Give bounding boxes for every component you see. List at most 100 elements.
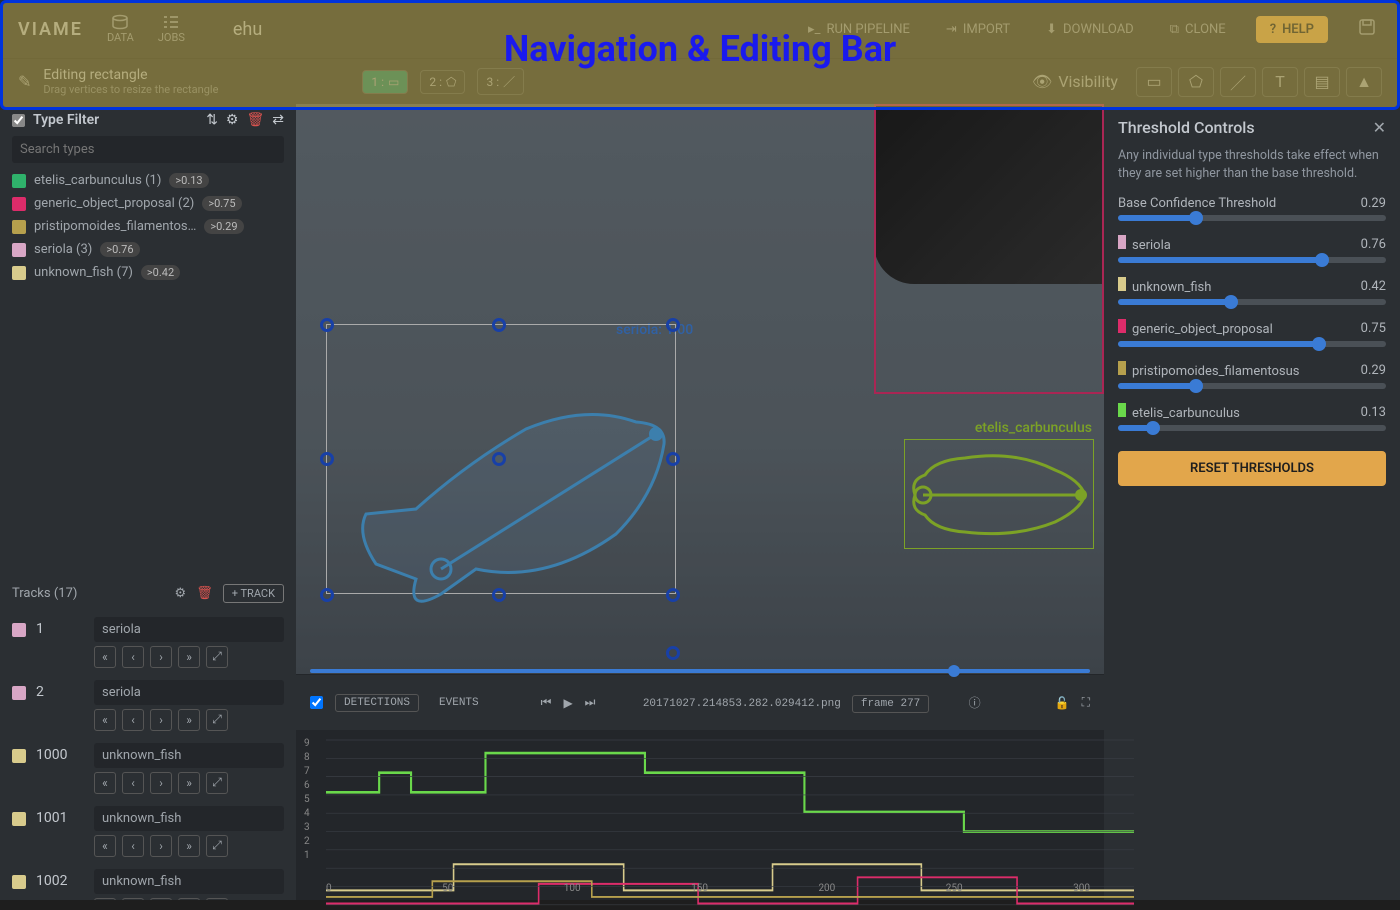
track-checkbox[interactable]	[12, 686, 26, 700]
bbox-seriola[interactable]	[326, 324, 676, 594]
reset-thresholds-button[interactable]: RESET THRESHOLDS	[1118, 451, 1386, 486]
scrubber[interactable]	[310, 669, 1090, 673]
track-first-button[interactable]: «	[94, 835, 116, 857]
viewport[interactable]: seriola: 1.00 etelis_carbunculus	[296, 104, 1104, 674]
threshold-slider[interactable]	[1118, 341, 1386, 347]
track-next-button[interactable]: ›	[150, 646, 172, 668]
mode-detections[interactable]: DETECTIONS	[335, 694, 419, 712]
play-button[interactable]: ▶	[563, 696, 572, 710]
swap-icon[interactable]: ⇄	[272, 112, 284, 128]
save-button[interactable]	[1352, 14, 1382, 44]
threshold-slider[interactable]	[1118, 425, 1386, 431]
scrubber-knob[interactable]	[948, 665, 960, 677]
track-expand-button[interactable]: ⤢	[206, 835, 228, 857]
track-next-button[interactable]: ›	[150, 772, 172, 794]
track-name[interactable]: unknown_fish	[94, 743, 284, 768]
type-row[interactable]: generic_object_proposal (2) >0.75	[0, 192, 296, 215]
track-row[interactable]: 1001 unknown_fish « ‹ › » ⤢	[0, 800, 296, 863]
playbar-checkbox[interactable]	[310, 696, 323, 709]
type-checkbox[interactable]	[12, 266, 26, 280]
type-checkbox[interactable]	[12, 243, 26, 257]
timeline[interactable]: 987654321 050100150200250300	[296, 730, 1104, 900]
track-row[interactable]: 1002 unknown_fish « ‹ › » ⤢	[0, 863, 296, 901]
etelis-polygon[interactable]	[904, 439, 1094, 549]
type-checkbox[interactable]	[12, 220, 26, 234]
tool-comment[interactable]: ▤	[1304, 67, 1340, 97]
sort-icon[interactable]: ⇅	[206, 112, 218, 128]
fullscreen-icon[interactable]: ⛶	[1082, 695, 1090, 710]
type-row[interactable]: etelis_carbunculus (1) >0.13	[0, 169, 296, 192]
lock-icon[interactable]: 🔓	[1055, 696, 1070, 710]
track-next-button[interactable]: ›	[150, 709, 172, 731]
tool-polygon[interactable]: ⬠	[1178, 67, 1214, 97]
handle-e[interactable]	[666, 452, 680, 466]
handle-extra[interactable]	[666, 646, 680, 660]
type-row[interactable]: unknown_fish (7) >0.42	[0, 261, 296, 284]
info-icon[interactable]: ⓘ	[969, 694, 981, 711]
track-row[interactable]: 2 seriola « ‹ › » ⤢	[0, 674, 296, 737]
track-first-button[interactable]: «	[94, 709, 116, 731]
threshold-slider[interactable]	[1118, 383, 1386, 389]
handle-w[interactable]	[320, 452, 334, 466]
track-prev-button[interactable]: ‹	[122, 709, 144, 731]
track-checkbox[interactable]	[12, 623, 26, 637]
tool-text[interactable]: T	[1262, 67, 1298, 97]
track-last-button[interactable]: »	[178, 709, 200, 731]
track-last-button[interactable]: »	[178, 646, 200, 668]
search-types-input[interactable]	[12, 136, 284, 163]
handle-nw[interactable]	[320, 318, 334, 332]
track-prev-button[interactable]: ‹	[122, 646, 144, 668]
track-name[interactable]: seriola	[94, 617, 284, 642]
type-row[interactable]: seriola (3) >0.76	[0, 238, 296, 261]
clone-button[interactable]: ⧉ CLONE	[1164, 18, 1232, 41]
geom-slot-3[interactable]: 3 :／	[477, 68, 524, 95]
visibility-toggle[interactable]: 👁 Visibility	[1032, 72, 1118, 91]
track-checkbox[interactable]	[12, 749, 26, 763]
trash-icon[interactable]: 🗑	[246, 112, 264, 128]
handle-ne[interactable]	[666, 318, 680, 332]
handle-s[interactable]	[492, 588, 506, 602]
track-expand-button[interactable]: ⤢	[206, 709, 228, 731]
track-next-button[interactable]: ›	[150, 835, 172, 857]
track-first-button[interactable]: «	[94, 646, 116, 668]
track-name[interactable]: unknown_fish	[94, 869, 284, 894]
track-row[interactable]: 1000 unknown_fish « ‹ › » ⤢	[0, 737, 296, 800]
seriola-polygon[interactable]	[346, 334, 676, 584]
nav-jobs[interactable]: JOBS	[158, 15, 185, 44]
tool-line[interactable]: ／	[1220, 67, 1256, 97]
handle-sw[interactable]	[320, 588, 334, 602]
track-prev-button[interactable]: ‹	[122, 835, 144, 857]
base-threshold-slider[interactable]	[1118, 215, 1386, 221]
download-button[interactable]: ⬇ DOWNLOAD	[1040, 18, 1140, 41]
track-prev-button[interactable]: ‹	[122, 772, 144, 794]
geom-slot-2[interactable]: 2 :⬠	[420, 70, 465, 94]
prev-frame-button[interactable]: ⏮	[541, 695, 552, 710]
track-first-button[interactable]: «	[94, 772, 116, 794]
gear-icon[interactable]: ⚙	[175, 586, 187, 601]
type-checkbox[interactable]	[12, 197, 26, 211]
close-icon[interactable]: ✕	[1373, 118, 1386, 137]
import-button[interactable]: ⇥ IMPORT	[940, 18, 1016, 41]
trash-icon[interactable]: 🗑	[196, 586, 213, 601]
track-last-button[interactable]: »	[178, 835, 200, 857]
bbox-generic-object[interactable]	[874, 104, 1104, 394]
nav-data[interactable]: DATA	[107, 15, 134, 44]
type-checkbox[interactable]	[12, 174, 26, 188]
gear-icon[interactable]: ⚙	[226, 112, 239, 128]
type-row[interactable]: pristipomoides_filamentos… >0.29	[0, 215, 296, 238]
next-frame-button[interactable]: ⏭	[585, 695, 596, 710]
track-expand-button[interactable]: ⤢	[206, 772, 228, 794]
handle-se[interactable]	[666, 588, 680, 602]
help-button[interactable]: ? HELP	[1256, 16, 1328, 43]
type-filter-master-checkbox[interactable]	[12, 114, 25, 127]
track-last-button[interactable]: »	[178, 772, 200, 794]
threshold-slider[interactable]	[1118, 257, 1386, 263]
track-expand-button[interactable]: ⤢	[206, 646, 228, 668]
threshold-slider[interactable]	[1118, 299, 1386, 305]
run-pipeline-button[interactable]: ▸_ RUN PIPELINE	[802, 18, 916, 41]
handle-c[interactable]	[492, 452, 506, 466]
tool-head[interactable]: ▲	[1346, 67, 1382, 97]
track-row[interactable]: 1 seriola « ‹ › » ⤢	[0, 611, 296, 674]
handle-n[interactable]	[492, 318, 506, 332]
brand-logo[interactable]: VIAME	[18, 19, 83, 40]
